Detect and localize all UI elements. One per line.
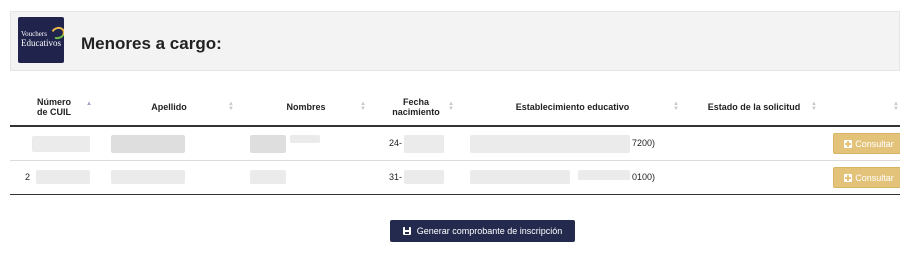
column-header-label: Nombres — [286, 102, 326, 112]
save-icon — [402, 227, 411, 235]
consultar-button[interactable]: Consultar — [833, 133, 900, 154]
redacted-block — [36, 170, 90, 184]
sort-asc-icon: ▲ — [86, 101, 92, 107]
cell-apellido — [98, 126, 240, 161]
redacted-block — [290, 135, 320, 143]
table-header-row: Número de CUIL ▲ Apellido ▲ ▼ Nombres ▲ ▼ … — [10, 89, 900, 127]
column-header-label: Estado de la solicitud — [707, 102, 801, 112]
column-header-label: nacimiento — [392, 107, 440, 117]
column-header-apellido[interactable]: Apellido ▲ ▼ — [98, 89, 240, 127]
redacted-block — [250, 135, 286, 153]
cell-cuil: 2 — [10, 160, 98, 195]
table-row: 24- 7200) Consultar — [10, 126, 900, 161]
redacted-block — [32, 136, 90, 152]
column-header-label: Número — [36, 97, 71, 107]
column-header-label: Establecimiento educativo — [515, 102, 630, 112]
cell-estado — [685, 126, 823, 161]
column-header-label: de CUIL — [36, 107, 71, 117]
cell-apellido — [98, 160, 240, 195]
consultar-label: Consultar — [855, 172, 894, 183]
column-header-label: Apellido — [151, 102, 187, 112]
generar-comprobante-button[interactable]: Generar comprobante de inscripción — [390, 220, 575, 242]
sort-icon: ▲ ▼ — [228, 101, 234, 112]
sort-icon: ▲ ▼ — [360, 101, 366, 112]
cell-actions: Consultar — [823, 160, 900, 195]
column-header-label: Fecha — [402, 97, 429, 107]
column-header-actions[interactable]: ▲ ▼ — [823, 89, 900, 127]
redacted-block — [470, 135, 630, 153]
column-header-cuil[interactable]: Número de CUIL ▲ — [10, 89, 98, 127]
cell-establecimiento: 7200) — [460, 126, 685, 161]
minors-table: Número de CUIL ▲ Apellido ▲ ▼ Nombres ▲ ▼ … — [10, 89, 900, 195]
redacted-block — [404, 170, 444, 184]
table-row: 2 31- 0100) Consultar — [10, 160, 900, 195]
sort-icon: ▲ ▼ — [893, 101, 899, 112]
column-header-estado[interactable]: Estado de la solicitud ▲ ▼ — [685, 89, 823, 127]
fecha-value: 31- — [389, 172, 403, 182]
redacted-block — [250, 170, 286, 184]
redacted-block — [111, 170, 185, 184]
cell-actions: Consultar — [823, 126, 900, 161]
consultar-label: Consultar — [855, 138, 894, 149]
sort-icon: ▲ ▼ — [811, 101, 817, 112]
cuil-value: 2 — [25, 172, 31, 182]
cell-nombres — [240, 160, 372, 195]
cell-cuil — [10, 126, 98, 161]
cell-establecimiento: 0100) — [460, 160, 685, 195]
column-header-fecha[interactable]: Fecha nacimiento ▲ ▼ — [372, 89, 460, 127]
column-header-establecimiento[interactable]: Establecimiento educativo ▲ ▼ — [460, 89, 685, 127]
plus-square-icon — [844, 139, 853, 148]
plus-square-icon — [844, 173, 853, 182]
redacted-block — [470, 170, 570, 184]
page-title: Menores a cargo: — [81, 34, 222, 53]
redacted-block — [404, 135, 444, 153]
redacted-block — [578, 170, 630, 180]
column-header-nombres[interactable]: Nombres ▲ ▼ — [240, 89, 372, 127]
establecimiento-value: 0100) — [632, 172, 656, 182]
logo-line1: Vouchers — [21, 30, 47, 38]
generar-comprobante-label: Generar comprobante de inscripción — [416, 226, 563, 236]
page-header: Vouchers Educativos Menores a cargo: — [10, 11, 900, 71]
fecha-value: 24- — [389, 138, 403, 148]
logo-line2: Educativos — [21, 38, 61, 48]
cell-nombres — [240, 126, 372, 161]
redacted-block — [111, 135, 185, 153]
vouchers-educativos-logo: Vouchers Educativos — [18, 17, 64, 63]
cell-estado — [685, 160, 823, 195]
sort-icon: ▲ ▼ — [673, 101, 679, 112]
cell-fecha: 31- — [372, 160, 460, 195]
cell-fecha: 24- — [372, 126, 460, 161]
establecimiento-value: 7200) — [632, 138, 656, 148]
sort-icon: ▲ ▼ — [448, 101, 454, 112]
consultar-button[interactable]: Consultar — [833, 167, 900, 188]
